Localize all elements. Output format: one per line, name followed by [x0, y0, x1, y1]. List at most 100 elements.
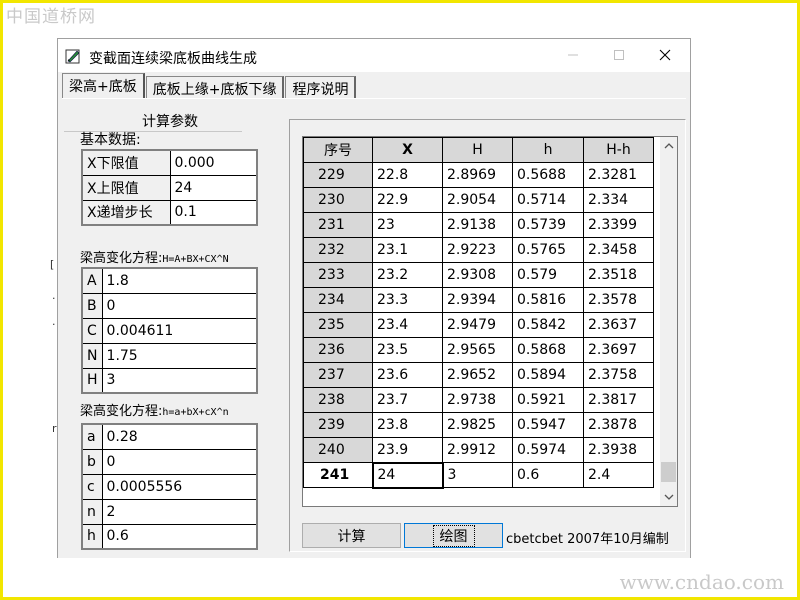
cell-H[interactable]: 2.9565 [442, 337, 513, 363]
cell-H-minus-h[interactable]: 2.3578 [583, 287, 654, 313]
cell-x[interactable]: 22.8 [372, 162, 443, 188]
cell-H-minus-h[interactable]: 2.3817 [583, 387, 654, 413]
cell-h[interactable]: 0.6 [512, 462, 584, 488]
cell-H[interactable]: 2.9652 [442, 362, 513, 388]
coef-B-input[interactable]: 0 [101, 292, 258, 319]
cell-h[interactable]: 0.5688 [512, 162, 584, 188]
col-header-H[interactable]: H [442, 137, 513, 163]
tab-beam-height-bottom-plate[interactable]: 梁高+底板 [62, 73, 145, 98]
minimize-button[interactable] [550, 39, 596, 71]
cell-H[interactable]: 2.9223 [442, 237, 513, 263]
col-header-H-minus-h[interactable]: H-h [583, 137, 654, 163]
cell-h[interactable]: 0.5739 [512, 212, 584, 238]
x-step-input[interactable]: 0.1 [169, 199, 258, 226]
cell-H[interactable]: 2.9308 [442, 262, 513, 288]
cell-H[interactable]: 2.9054 [442, 187, 513, 213]
coef-n-input[interactable]: 2 [101, 498, 258, 525]
cell-h[interactable]: 0.5947 [512, 412, 584, 438]
cell-x[interactable]: 23.3 [372, 287, 443, 313]
results-grid[interactable]: 序号 X H h H-h 229 22.8 2.8969 0.5688 2.3281 23… [302, 136, 678, 507]
cell-H-minus-h[interactable]: 2.3758 [583, 362, 654, 388]
cell-x[interactable]: 23.8 [372, 412, 443, 438]
cell-x[interactable]: 23.5 [372, 337, 443, 363]
maximize-button[interactable] [596, 39, 642, 71]
table-row[interactable]: 233 23.2 2.9308 0.579 2.3518 [303, 262, 654, 288]
cell-H[interactable]: 2.9394 [442, 287, 513, 313]
cell-x[interactable]: 23.1 [372, 237, 443, 263]
plot-button[interactable]: 绘图 [404, 523, 503, 548]
coef-a-input[interactable]: 0.28 [101, 423, 258, 450]
grid-vertical-scrollbar[interactable] [660, 137, 677, 506]
cell-x[interactable]: 23.4 [372, 312, 443, 338]
coef-C-label: C [81, 317, 103, 344]
cell-h[interactable]: 0.5816 [512, 287, 584, 313]
cell-H[interactable]: 2.9138 [442, 212, 513, 238]
x-upper-input[interactable]: 24 [169, 174, 258, 201]
cell-H[interactable]: 2.9738 [442, 387, 513, 413]
cell-H-minus-h[interactable]: 2.3697 [583, 337, 654, 363]
cell-x[interactable]: 22.9 [372, 187, 443, 213]
title-bar[interactable]: 变截面连续梁底板曲线生成 [58, 39, 690, 72]
coef-h-input[interactable]: 0.6 [101, 523, 258, 550]
cell-H-minus-h[interactable]: 2.3458 [583, 237, 654, 263]
x-lower-input[interactable]: 0.000 [169, 149, 258, 176]
cell-x[interactable]: 23.2 [372, 262, 443, 288]
coef-A-input[interactable]: 1.8 [101, 267, 258, 294]
cell-h[interactable]: 0.5921 [512, 387, 584, 413]
cell-index: 236 [303, 337, 373, 363]
cell-h[interactable]: 0.5714 [512, 187, 584, 213]
cell-h[interactable]: 0.5894 [512, 362, 584, 388]
cell-x[interactable]: 23.6 [372, 362, 443, 388]
cell-H[interactable]: 2.9479 [442, 312, 513, 338]
coef-H-input[interactable]: 3 [101, 367, 258, 394]
table-row[interactable]: 239 23.8 2.9825 0.5947 2.3878 [303, 412, 654, 438]
tab-program-notes[interactable]: 程序说明 [285, 76, 357, 98]
cell-H-minus-h[interactable]: 2.3878 [583, 412, 654, 438]
cell-h[interactable]: 0.5765 [512, 237, 584, 263]
cell-H-minus-h[interactable]: 2.3518 [583, 262, 654, 288]
coef-C-input[interactable]: 0.004611 [101, 317, 258, 344]
table-row[interactable]: 229 22.8 2.8969 0.5688 2.3281 [303, 162, 654, 188]
table-row[interactable]: 238 23.7 2.9738 0.5921 2.3817 [303, 387, 654, 413]
scroll-up-icon[interactable] [660, 137, 677, 154]
table-row[interactable]: 230 22.9 2.9054 0.5714 2.334 [303, 187, 654, 213]
scroll-down-icon[interactable] [660, 489, 677, 506]
cell-H[interactable]: 2.9825 [442, 412, 513, 438]
cell-H-minus-h[interactable]: 2.3637 [583, 312, 654, 338]
cell-x[interactable]: 23.9 [372, 437, 443, 463]
table-row[interactable]: 237 23.6 2.9652 0.5894 2.3758 [303, 362, 654, 388]
cell-h[interactable]: 0.5868 [512, 337, 584, 363]
tab-plate-upper-lower-edge[interactable]: 底板上缘+底板下缘 [145, 76, 285, 98]
coef-b-input[interactable]: 0 [101, 448, 258, 475]
results-table: 序号 X H h H-h 229 22.8 2.8969 0.5688 2.3281 23… [303, 137, 654, 489]
table-row[interactable]: 236 23.5 2.9565 0.5868 2.3697 [303, 337, 654, 363]
coef-c-input[interactable]: 0.0005556 [101, 473, 258, 500]
cell-H-minus-h[interactable]: 2.334 [583, 187, 654, 213]
cell-H-minus-h[interactable]: 2.4 [583, 462, 654, 488]
cell-H[interactable]: 2.8969 [442, 162, 513, 188]
cell-H[interactable]: 3 [442, 462, 513, 488]
cell-x[interactable]: 23.7 [372, 387, 443, 413]
cell-h[interactable]: 0.579 [512, 262, 584, 288]
table-row[interactable]: 232 23.1 2.9223 0.5765 2.3458 [303, 237, 654, 263]
cell-h[interactable]: 0.5974 [512, 437, 584, 463]
table-row[interactable]: 235 23.4 2.9479 0.5842 2.3637 [303, 312, 654, 338]
cell-x[interactable]: 23 [372, 212, 443, 238]
cell-H-minus-h[interactable]: 2.3938 [583, 437, 654, 463]
table-row[interactable]: 234 23.3 2.9394 0.5816 2.3578 [303, 287, 654, 313]
table-row[interactable]: 241 24 3 0.6 2.4 [303, 461, 654, 489]
col-header-x[interactable]: X [372, 137, 443, 163]
calculate-button[interactable]: 计算 [302, 523, 401, 548]
cell-h[interactable]: 0.5842 [512, 312, 584, 338]
cell-H-minus-h[interactable]: 2.3281 [583, 162, 654, 188]
scroll-thumb[interactable] [661, 462, 676, 482]
cell-H[interactable]: 2.9912 [442, 437, 513, 463]
table-row[interactable]: 240 23.9 2.9912 0.5974 2.3938 [303, 437, 654, 463]
close-button[interactable] [642, 39, 688, 71]
table-row[interactable]: 231 23 2.9138 0.5739 2.3399 [303, 212, 654, 238]
cell-x[interactable]: 24 [371, 461, 444, 489]
coef-N-input[interactable]: 1.75 [101, 342, 258, 369]
col-header-index[interactable]: 序号 [303, 137, 373, 163]
cell-H-minus-h[interactable]: 2.3399 [583, 212, 654, 238]
col-header-h[interactable]: h [512, 137, 584, 163]
